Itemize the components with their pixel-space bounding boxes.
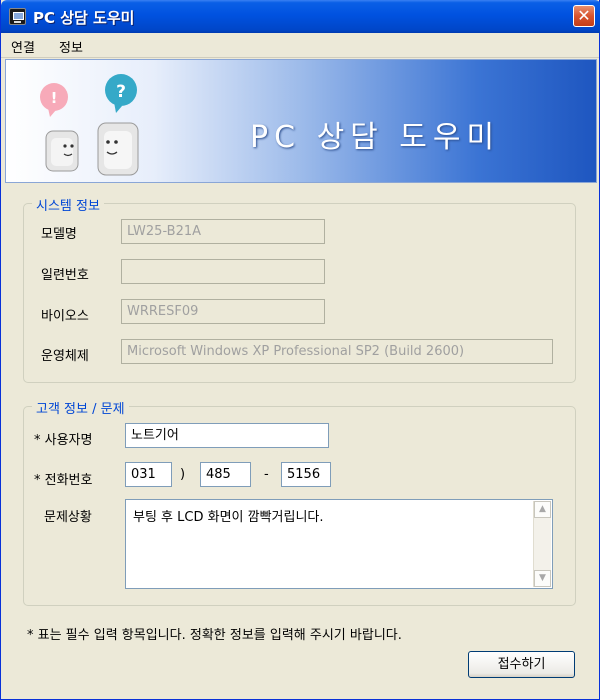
character-right-icon — [97, 122, 139, 176]
submit-button[interactable]: 접수하기 — [468, 651, 575, 678]
banner-title: PC 상담 도우미 — [250, 120, 501, 155]
svg-text:?: ? — [116, 82, 126, 102]
user-name-label: * 사용자명 — [34, 433, 93, 448]
model-field: LW25-B21A — [121, 219, 325, 244]
menu-connect[interactable]: 연결 — [11, 37, 35, 56]
os-label: 운영체제 — [41, 349, 89, 364]
phone-prefix-input[interactable]: 485 — [200, 462, 251, 487]
phone-label: * 전화번호 — [34, 473, 93, 488]
exclamation-bubble-icon: ! — [40, 83, 68, 117]
problem-textarea[interactable]: 부팅 후 LCD 화면이 깜빡거립니다. ▲ ▼ — [125, 499, 553, 589]
problem-text: 부팅 후 LCD 화면이 깜빡거립니다. — [133, 510, 324, 525]
required-note: * 표는 필수 입력 항목입니다. 정확한 정보를 입력해 주시기 바랍니다. — [27, 628, 402, 643]
app-window: PC 상담 도우미 ✕ 연결 정보 ! ? PC 상담 도우미 시스템 정보 모… — [0, 0, 600, 700]
title-bar: PC 상담 도우미 ✕ — [1, 0, 600, 33]
bios-field: WRRESF09 — [121, 299, 325, 324]
bios-label: 바이오스 — [41, 309, 89, 324]
scroll-up-icon[interactable]: ▲ — [534, 501, 551, 518]
scroll-down-icon[interactable]: ▼ — [534, 570, 551, 587]
phone-number-input[interactable]: 5156 — [281, 462, 331, 487]
problem-scrollbar[interactable]: ▲ ▼ — [533, 501, 551, 587]
menu-bar: 연결 정보 — [1, 33, 599, 58]
phone-separator-paren: ) — [180, 467, 186, 482]
close-button[interactable]: ✕ — [573, 5, 595, 27]
phone-area-input[interactable]: 031 — [125, 462, 172, 487]
os-field: Microsoft Windows XP Professional SP2 (B… — [121, 339, 553, 364]
serial-label: 일련번호 — [41, 268, 89, 283]
customer-info-legend: 고객 정보 / 문제 — [32, 398, 129, 417]
user-name-input[interactable]: 노트기어 — [125, 423, 329, 448]
model-label: 모델명 — [41, 227, 77, 242]
problem-label: 문제상황 — [44, 510, 92, 525]
menu-info[interactable]: 정보 — [59, 37, 83, 56]
phone-separator-dash: - — [264, 467, 269, 482]
window-title: PC 상담 도우미 — [33, 9, 135, 27]
svg-text:!: ! — [51, 89, 58, 107]
computer-icon — [9, 8, 26, 25]
character-left-icon — [45, 130, 79, 172]
serial-field — [121, 259, 325, 284]
question-bubble-icon: ? — [105, 74, 137, 113]
banner: ! ? PC 상담 도우미 — [5, 59, 597, 183]
system-info-legend: 시스템 정보 — [32, 195, 104, 214]
consultation-illustration: ! ? — [40, 74, 139, 176]
